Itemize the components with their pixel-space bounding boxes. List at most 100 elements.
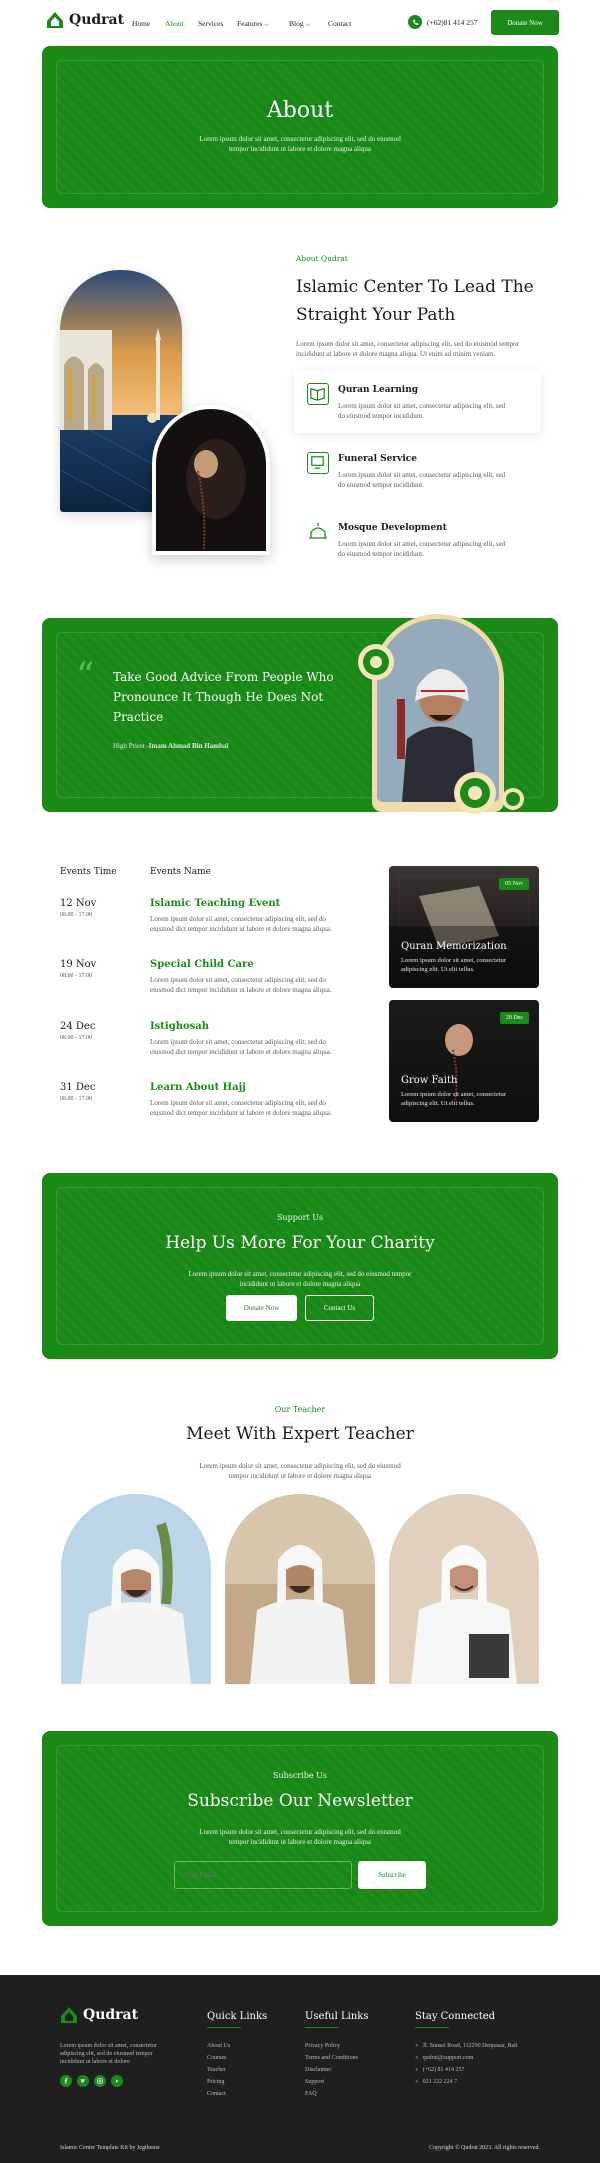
youtube-icon[interactable] (111, 2075, 123, 2087)
charity-eyebrow: Support Us (276, 1213, 324, 1222)
event-row-detail: Islamic Teaching Event Lorem ipsum dolor… (150, 898, 332, 934)
donate-now-button[interactable]: Donate Now (491, 10, 559, 35)
footer-phone-alt[interactable]: ● 021 222 224 7 (415, 2079, 457, 2085)
phone-contact[interactable]: (+62)81 414 257 (408, 15, 477, 29)
footer-email-text: qudrat@support.com (422, 2055, 474, 2061)
event-title[interactable]: Special Child Care (150, 959, 332, 970)
nav-features[interactable]: Features ⌵ (237, 19, 269, 29)
event-card-desc-1: Lorem ipsum dolor sit amet, consectetur (401, 1091, 507, 1098)
teacher-photo[interactable] (225, 1494, 375, 1684)
event-desc-2: eiusmod dict tempor incididunt ut labore… (150, 986, 332, 994)
footer-phone-alt-text: 021 222 224 7 (422, 2079, 458, 2085)
quote-line-2: Pronounce It Though He Does Not (113, 690, 324, 704)
teacher-photo[interactable] (389, 1494, 539, 1684)
event-date-badge: 05 Nov (499, 878, 529, 890)
footer-brand-name: Qudrat (83, 2007, 139, 2023)
nav-contact[interactable]: Contact (328, 19, 351, 28)
event-desc-1: Lorem ipsum dolor sit amet, consectetur … (150, 1038, 326, 1046)
nav-home[interactable]: Home (132, 19, 150, 28)
event-date: 19 Nov (60, 959, 97, 970)
twitter-icon[interactable] (77, 2075, 89, 2087)
teacher-image (225, 1494, 375, 1684)
event-row-detail: Learn About Hajj Lorem ipsum dolor sit a… (150, 1082, 332, 1118)
footer-link-about[interactable]: About Us (207, 2043, 230, 2049)
charity-donate-button[interactable]: Donate Now (226, 1295, 297, 1321)
footer-about-line-2: adipiscing elit, sed do eiusmod tempor (60, 2051, 153, 2057)
event-card-quran[interactable]: 05 Nov Quran Memorization Lorem ipsum do… (389, 866, 539, 988)
footer-quick-links-title: Quick Links (207, 2011, 268, 2022)
event-row: 24 Dec 08.00 - 17.00 (60, 1021, 95, 1041)
nav-services[interactable]: Services (198, 19, 223, 28)
footer-link-privacy[interactable]: Privacy Policy (305, 2043, 340, 2049)
event-time: 08.00 - 17.00 (60, 973, 92, 979)
hero-desc-1: Lorem ipsum dolor sit amet, consectetur … (199, 135, 401, 143)
event-desc-1: Lorem ipsum dolor sit amet, consectetur … (150, 1099, 326, 1107)
top-navbar: Qudrat Home About Services Features ⌵ Bl… (0, 0, 600, 44)
event-time: 08.00 - 17.00 (60, 912, 92, 918)
prayer-beads-photo (152, 405, 270, 555)
event-card-desc-1: Lorem ipsum dolor sit amet, consectetur (401, 957, 507, 964)
facebook-icon[interactable] (60, 2075, 72, 2087)
footer-copyright: Copyright © Qudrat 2023. All rights rese… (429, 2145, 540, 2151)
footer-useful-links-title: Useful Links (305, 2011, 369, 2022)
event-title[interactable]: Learn About Hajj (150, 1082, 332, 1093)
newsletter-title: Subscribe Our Newsletter (187, 1791, 413, 1811)
phone-icon (408, 15, 422, 29)
quote-mark-icon: “ (76, 656, 95, 697)
event-date: 31 Dec (60, 1082, 96, 1093)
footer-email[interactable]: ● qudrat@support.com (415, 2055, 473, 2061)
footer-credit: Islamic Center Template Kit by Jegtheme (60, 2145, 160, 2151)
teacher-image (389, 1494, 539, 1684)
funeral-icon (307, 452, 329, 474)
event-desc-2: eiusmod dict tempor incididunt ut labore… (150, 925, 332, 933)
footer-link-pricing[interactable]: Pricing (207, 2079, 224, 2085)
footer-about: Lorem ipsum dolor sit amet, consectetur … (60, 2042, 157, 2066)
teacher-eyebrow: Our Teacher (274, 1405, 326, 1414)
event-desc-2: eiusmod dict tempor incididunt ut labore… (150, 1109, 332, 1117)
page-title: About (266, 98, 334, 123)
footer-logo[interactable]: Qudrat (60, 2006, 138, 2024)
event-date: 24 Dec (60, 1021, 96, 1032)
charity-contact-button[interactable]: Contact Us (305, 1295, 374, 1321)
brand-logo[interactable]: Qudrat (46, 11, 124, 29)
event-card-desc: Lorem ipsum dolor sit amet, consectetur a… (401, 956, 527, 974)
footer-link-courses[interactable]: Courses (207, 2055, 226, 2061)
charity-desc-2: incididunt ut labore et dolore magna ali… (239, 1280, 361, 1288)
footer-link-disclaimer[interactable]: Disclaimer (305, 2067, 331, 2073)
footer-link-teacher[interactable]: Teacher (207, 2067, 226, 2073)
whatsapp-icon: ● (415, 2079, 419, 2085)
quote-line-3: Practice (113, 710, 164, 724)
footer-divider (305, 2027, 339, 2028)
hero-desc-2: tempor incididunt ut labore et dolore ma… (228, 145, 372, 153)
event-card-faith[interactable]: 20 Dec Grow Faith Lorem ipsum dolor sit … (389, 1000, 539, 1122)
footer-divider (415, 2027, 449, 2028)
nav-blog[interactable]: Blog ⌵ (289, 19, 310, 29)
event-title[interactable]: Istighosah (150, 1021, 332, 1032)
charity-banner: Support Us Help Us More For Your Charity… (42, 1173, 558, 1359)
quote-line-1: Take Good Advice From People Who (113, 670, 334, 684)
newsletter-email-input[interactable] (174, 1861, 352, 1889)
instagram-icon[interactable] (94, 2075, 106, 2087)
quote-author-prefix: High Priest - (113, 742, 149, 750)
ornament-flower-icon (358, 644, 394, 680)
quote-author: High Priest -Imam Ahmad Bin Hambal (113, 742, 228, 750)
about-title-line1: Islamic Center To Lead The (296, 277, 534, 297)
footer-link-faq[interactable]: FAQ (305, 2091, 317, 2097)
quote-banner: “ Take Good Advice From People Who Prono… (42, 614, 558, 814)
event-title[interactable]: Islamic Teaching Event (150, 898, 332, 909)
brand-name: Qudrat (69, 12, 125, 28)
footer-link-contact[interactable]: Contact (207, 2091, 226, 2097)
events-time-header: Events Time (60, 867, 117, 877)
teacher-photo[interactable] (61, 1494, 211, 1684)
footer-phone[interactable]: ● (+62) 81 414 257 (415, 2067, 465, 2073)
footer-link-support[interactable]: Support (305, 2079, 324, 2085)
event-date: 12 Nov (60, 898, 97, 909)
site-footer: Qudrat Lorem ipsum dolor sit amet, conse… (0, 1975, 600, 2163)
feature-desc-mosque-1: Lorem ipsum dolor sit amet, consectetur … (338, 540, 506, 548)
subscribe-button[interactable]: Subscribe (358, 1861, 426, 1889)
event-row: 12 Nov 08.00 - 17.00 (60, 898, 96, 918)
newsletter-desc-1: Lorem ipsum dolor sit amet, consectetur … (199, 1828, 401, 1836)
nav-about[interactable]: About (165, 19, 184, 28)
about-eyebrow: About Qudrat (296, 254, 348, 263)
footer-link-terms[interactable]: Terms and Conditions (305, 2055, 358, 2061)
